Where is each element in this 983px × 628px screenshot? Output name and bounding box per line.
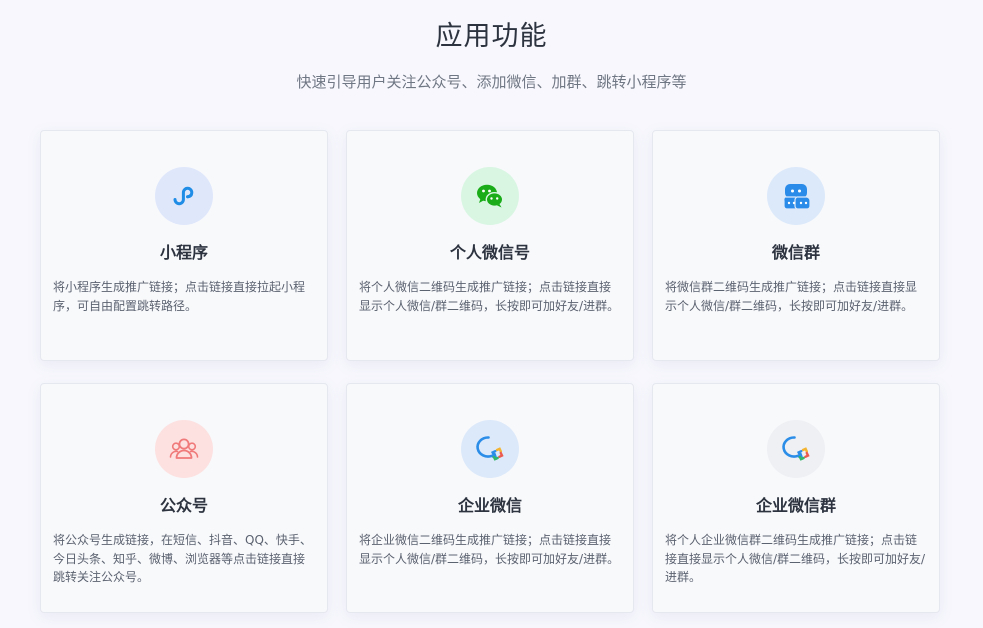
wechat-icon xyxy=(477,184,504,208)
official-account-icon-circle xyxy=(155,420,213,478)
wechat-icon-circle xyxy=(461,167,519,225)
card-description: 将个人企业微信群二维码生成推广链接；点击链接直接显示个人微信/群二维码，长按即可… xyxy=(665,533,926,584)
card-title: 微信群 xyxy=(771,243,820,262)
feature-card-wechat-group[interactable]: 微信群 将微信群二维码生成推广链接；点击链接直接显示个人微信/群二维码，长按即可… xyxy=(652,130,940,361)
feature-card-mini-program[interactable]: 小程序 将小程序生成推广链接；点击链接直接拉起小程序，可自由配置跳转路径。 xyxy=(40,130,328,361)
card-title: 公众号 xyxy=(159,496,208,515)
card-title: 企业微信 xyxy=(457,496,522,515)
card-description: 将微信群二维码生成推广链接；点击链接直接显示个人微信/群二维码，长按即可加好友/… xyxy=(665,280,918,313)
page-subtitle: 快速引导用户关注公众号、添加微信、加群、跳转小程序等 xyxy=(296,73,687,91)
feature-card-personal-wechat[interactable]: 个人微信号 将个人微信二维码生成推广链接；点击链接直接显示个人微信/群二维码，长… xyxy=(346,130,634,361)
card-title: 企业微信群 xyxy=(755,496,836,515)
card-description: 将公众号生成链接，在短信、抖音、QQ、快手、今日头条、知乎、微博、浏览器等点击链… xyxy=(53,533,312,584)
card-title: 个人微信号 xyxy=(449,243,530,262)
card-description: 将个人微信二维码生成推广链接；点击链接直接显示个人微信/群二维码，长按即可加好友… xyxy=(359,280,620,313)
mini-program-icon xyxy=(173,186,194,206)
card-description: 将企业微信二维码生成推广链接；点击链接直接显示个人微信/群二维码，长按即可加好友… xyxy=(359,533,620,566)
wecom-group-icon xyxy=(782,436,810,461)
group-chat-icon-circle xyxy=(767,167,825,225)
card-title: 小程序 xyxy=(159,243,208,262)
group-chat-icon xyxy=(783,184,811,210)
feature-grid: 小程序 将小程序生成推广链接；点击链接直接拉起小程序，可自由配置跳转路径。 个人… xyxy=(40,130,940,613)
mini-program-icon-circle xyxy=(155,167,213,225)
page-title: 应用功能 xyxy=(435,21,548,52)
wecom-group-icon-circle xyxy=(767,420,825,478)
wecom-icon xyxy=(476,436,504,461)
official-account-icon xyxy=(169,438,199,459)
feature-card-wecom-group[interactable]: 企业微信群 将个人企业微信群二维码生成推广链接；点击链接直接显示个人微信/群二维… xyxy=(652,383,940,613)
card-description: 将小程序生成推广链接；点击链接直接拉起小程序，可自由配置跳转路径。 xyxy=(53,280,306,313)
wecom-icon-circle xyxy=(461,420,519,478)
feature-card-wecom[interactable]: 企业微信 将企业微信二维码生成推广链接；点击链接直接显示个人微信/群二维码，长按… xyxy=(346,383,634,613)
feature-card-official-account[interactable]: 公众号 将公众号生成链接，在短信、抖音、QQ、快手、今日头条、知乎、微博、浏览器… xyxy=(40,383,328,613)
